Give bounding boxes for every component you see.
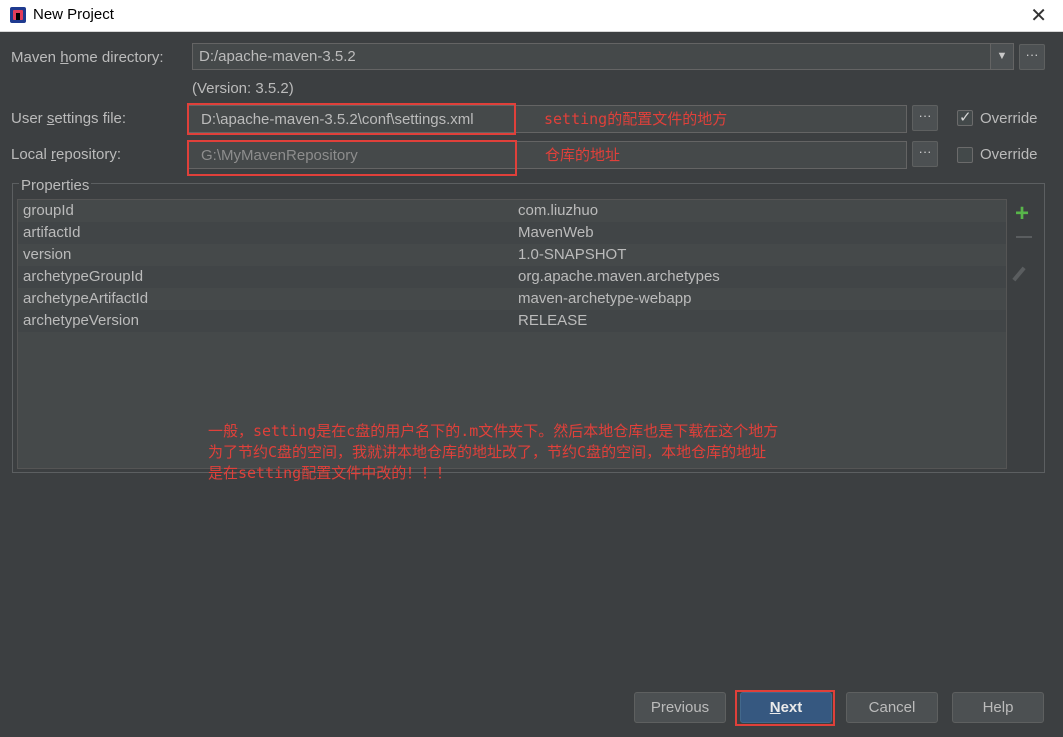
chevron-down-icon[interactable]: ▼: [990, 44, 1013, 69]
properties-title: Properties: [19, 177, 92, 194]
local-repo-override-checkbox[interactable]: [957, 147, 973, 163]
local-repo-browse-button[interactable]: ···: [912, 141, 938, 167]
local-repo-label: Local repository:: [11, 146, 121, 163]
highlight-box-next: [735, 690, 835, 726]
highlight-box-settings: [187, 103, 516, 135]
table-row[interactable]: archetypeArtifactId maven-archetype-webap…: [18, 288, 1006, 310]
property-key: archetypeArtifactId: [23, 290, 149, 307]
property-key: artifactId: [23, 224, 81, 241]
title-bar: New Project ✕: [0, 0, 1063, 32]
maven-home-browse-button[interactable]: ···: [1019, 44, 1045, 70]
property-value: MavenWeb: [518, 224, 594, 241]
annotation-line: 一般，setting是在c盘的用户名下的.m文件夹下。然后本地仓库也是下载在这个…: [208, 422, 779, 440]
annotation-line: 是在setting配置文件中改的！！！: [208, 464, 452, 482]
highlight-box-repo: [187, 140, 517, 176]
table-row[interactable]: artifactId MavenWeb: [18, 222, 1006, 244]
user-settings-override-label: Override: [980, 110, 1038, 127]
annotation-line: 为了节约C盘的空间，我就讲本地仓库的地址改了，节约C盘的空间，本地仓库的地址: [208, 443, 767, 461]
user-settings-label: User settings file:: [11, 110, 126, 127]
table-row[interactable]: archetypeGroupId org.apache.maven.archety…: [18, 266, 1006, 288]
maven-home-label: Maven home directory:: [11, 49, 164, 66]
cancel-button[interactable]: Cancel: [846, 692, 938, 723]
intellij-app-icon: [10, 7, 26, 23]
maven-home-label-part: ome directory:: [68, 49, 164, 66]
user-settings-label-part: ettings file:: [54, 110, 127, 127]
previous-button[interactable]: Previous: [634, 692, 726, 723]
local-repo-override-label: Override: [980, 146, 1038, 163]
local-repo-label-part: epository:: [56, 146, 122, 163]
property-key: archetypeGroupId: [23, 268, 144, 285]
maven-home-mnemonic: h: [60, 49, 69, 66]
property-key: archetypeVersion: [23, 312, 139, 329]
user-settings-browse-button[interactable]: ···: [912, 105, 938, 131]
maven-home-label-part: Maven: [11, 49, 61, 66]
property-value: RELEASE: [518, 312, 588, 329]
settings-annotation: setting的配置文件的地方: [544, 110, 728, 128]
table-row[interactable]: groupId com.liuzhuo: [18, 200, 1006, 222]
property-key: version: [23, 246, 72, 263]
property-value: maven-archetype-webapp: [518, 290, 692, 307]
help-button[interactable]: Help: [952, 692, 1044, 723]
property-value: 1.0-SNAPSHOT: [518, 246, 627, 263]
window-title: New Project: [33, 6, 114, 23]
table-row[interactable]: version 1.0-SNAPSHOT: [18, 244, 1006, 266]
maven-home-value: D:/apache-maven-3.5.2: [199, 48, 356, 65]
repo-annotation: 仓库的地址: [545, 146, 621, 164]
maven-home-combo[interactable]: D:/apache-maven-3.5.2 ▼: [192, 43, 1014, 70]
property-value: com.liuzhuo: [518, 202, 599, 219]
user-settings-label-part: User: [11, 110, 47, 127]
add-property-icon[interactable]: +: [1015, 202, 1029, 226]
close-icon[interactable]: ✕: [1030, 3, 1047, 28]
property-value: org.apache.maven.archetypes: [518, 268, 720, 285]
maven-version-text: (Version: 3.5.2): [192, 80, 294, 97]
table-row[interactable]: archetypeVersion RELEASE: [18, 310, 1006, 332]
user-settings-override-checkbox[interactable]: [957, 108, 973, 126]
remove-property-icon[interactable]: [1016, 236, 1032, 238]
local-repo-label-part: Local: [11, 146, 52, 163]
property-key: groupId: [23, 202, 74, 219]
explanation-annotation: 一般，setting是在c盘的用户名下的.m文件夹下。然后本地仓库也是下载在这个…: [208, 421, 778, 484]
